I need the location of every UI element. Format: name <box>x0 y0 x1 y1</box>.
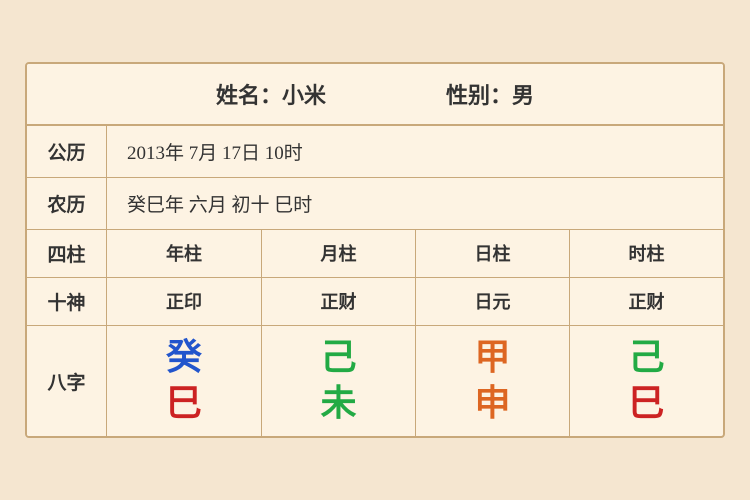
pillar-month: 月柱 <box>261 230 415 277</box>
pillar-day: 日柱 <box>415 230 569 277</box>
god-year: 正印 <box>107 278 261 325</box>
bazi-hour-bottom: 巳 <box>628 384 664 424</box>
god-hour: 正财 <box>569 278 723 325</box>
gender-label: 性别：男 <box>446 78 534 110</box>
bazi-label: 八字 <box>27 326 107 435</box>
solar-label: 公历 <box>27 126 107 177</box>
lunar-label: 农历 <box>27 178 107 229</box>
bazi-month: 己 未 <box>261 326 415 435</box>
bazi-year: 癸 巳 <box>107 326 261 435</box>
solar-value: 2013年 7月 17日 10时 <box>107 126 723 177</box>
bazi-hour-top: 己 <box>628 338 664 378</box>
gods-row: 十神 正印 正财 日元 正财 <box>27 278 723 326</box>
lunar-value: 癸巳年 六月 初十 巳时 <box>107 178 723 229</box>
bazi-year-top: 癸 <box>166 338 202 378</box>
bazi-day: 甲 申 <box>415 326 569 435</box>
solar-row: 公历 2013年 7月 17日 10时 <box>27 126 723 178</box>
pillars-label: 四柱 <box>27 230 107 277</box>
bazi-day-bottom: 申 <box>474 384 510 424</box>
gods-label: 十神 <box>27 278 107 325</box>
name-label: 姓名：小米 <box>216 78 326 110</box>
bazi-row: 八字 癸 巳 己 未 甲 申 己 巳 <box>27 326 723 435</box>
bazi-day-top: 甲 <box>474 338 510 378</box>
bazi-card: 姓名：小米 性别：男 公历 2013年 7月 17日 10时 农历 癸巳年 六月… <box>25 62 725 437</box>
lunar-row: 农历 癸巳年 六月 初十 巳时 <box>27 178 723 230</box>
bazi-hour: 己 巳 <box>569 326 723 435</box>
bazi-month-bottom: 未 <box>320 384 356 424</box>
pillar-hour: 时柱 <box>569 230 723 277</box>
god-day: 日元 <box>415 278 569 325</box>
god-month: 正财 <box>261 278 415 325</box>
header-row: 姓名：小米 性别：男 <box>27 64 723 126</box>
bazi-cells: 癸 巳 己 未 甲 申 己 巳 <box>107 326 723 435</box>
gods-cells: 正印 正财 日元 正财 <box>107 278 723 325</box>
pillars-row: 四柱 年柱 月柱 日柱 时柱 <box>27 230 723 278</box>
pillars-cells: 年柱 月柱 日柱 时柱 <box>107 230 723 277</box>
bazi-month-top: 己 <box>320 338 356 378</box>
pillar-year: 年柱 <box>107 230 261 277</box>
bazi-year-bottom: 巳 <box>166 384 202 424</box>
